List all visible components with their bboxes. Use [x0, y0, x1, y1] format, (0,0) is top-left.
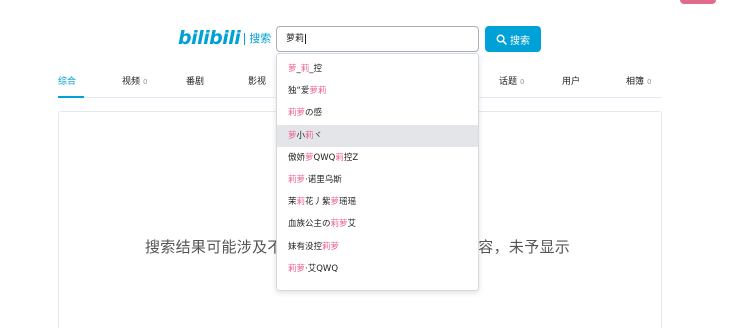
search-input-value: 萝莉	[286, 34, 305, 44]
suggestion-text: 茉	[288, 197, 297, 208]
suggestion-item[interactable]: 萝小莉ヾ	[277, 124, 478, 147]
suggestion-text: 瑶瑶	[339, 197, 357, 208]
text-caret	[305, 33, 307, 44]
suggestion-text: ·艾QWQ	[305, 263, 339, 274]
notice-head: 搜索结果可能涉及不	[145, 238, 283, 256]
tab-label: 影视	[248, 77, 267, 87]
suggestion-keyword: 莉萝	[288, 108, 306, 119]
top-right-button[interactable]	[680, 0, 716, 4]
tab-3[interactable]: 影视	[248, 74, 266, 87]
suggestion-text: の感	[305, 108, 323, 119]
suggestion-text: 傲娇	[288, 152, 306, 163]
suggestion-text: ·诺里乌斯	[305, 174, 342, 185]
suggestion-keyword: 萝	[305, 152, 314, 163]
suggestion-keyword: 莉萝	[288, 263, 306, 274]
active-tab-underline	[58, 96, 84, 98]
suggestion-keyword: 莉萝	[288, 174, 306, 185]
suggestion-text: 独“爱	[288, 86, 310, 97]
logo-subtitle: 搜索	[249, 32, 272, 45]
suggestion-text: 控Z	[343, 152, 359, 163]
suggestion-text: 艾	[347, 219, 357, 230]
filtered-notice: 搜索结果可能涉及不 内容，未予显示	[145, 236, 570, 257]
suggestion-keyword: 莉	[300, 64, 310, 74]
tab-5[interactable]: 用户	[562, 74, 580, 87]
suggestion-item[interactable]: 莉萝の感	[277, 102, 478, 124]
suggestion-item[interactable]: 萝_莉_控	[277, 58, 478, 80]
suggestion-keyword: 莉	[335, 152, 344, 163]
suggestion-keyword: 莉萝	[330, 219, 348, 230]
tab-count: 0	[143, 78, 148, 86]
suggestion-text: 妹有没控	[288, 241, 323, 252]
suggestion-keyword: 莉	[305, 130, 314, 141]
suggestion-text: 血族公主の	[288, 219, 331, 230]
suggestion-text: 花丿紫	[305, 197, 331, 208]
tab-1[interactable]: 视频 0	[122, 74, 147, 87]
suggestion-dropdown: 萝_莉_控 独“爱萝莉 莉萝の感 萝小莉ヾ 傲娇萝QWQ莉控Z 莉萝·诺里乌斯 茉莉花丿紫萝…	[276, 53, 479, 291]
tab-4[interactable]: 话题 0	[499, 74, 524, 87]
tab-label: 相簿	[626, 77, 645, 87]
tab-label: 话题	[499, 77, 518, 87]
suggestion-text: _控	[309, 64, 323, 74]
suggestion-text: ヾ	[313, 130, 323, 141]
search-button-label: 搜索	[510, 35, 530, 47]
suggestion-keyword: 萝	[330, 197, 340, 208]
tab-label: 用户	[562, 77, 581, 87]
tab-label: 综合	[58, 77, 77, 87]
suggestion-item[interactable]: 傲娇萝QWQ莉控Z	[277, 147, 478, 169]
search-icon	[496, 34, 507, 45]
suggestion-item[interactable]: 血族公主の莉萝艾	[277, 213, 478, 235]
tab-6[interactable]: 相簿 0	[626, 74, 651, 87]
suggestion-item[interactable]: 独“爱萝莉	[277, 80, 478, 102]
suggestion-text: QWQ	[313, 152, 336, 163]
suggestion-item[interactable]: 妹有没控莉萝	[277, 236, 478, 258]
tab-count: 0	[520, 78, 525, 86]
suggestion-keyword: 莉	[296, 197, 306, 208]
suggestion-keyword: 萝	[288, 130, 297, 141]
search-button[interactable]: 搜索	[485, 26, 541, 52]
suggestion-keyword: 萝	[288, 64, 297, 74]
suggestion-text: 小	[296, 130, 306, 141]
suggestion-keyword: 莉萝	[322, 241, 340, 252]
logo-text: bilibili	[178, 27, 241, 49]
logo-divider	[244, 33, 246, 45]
tab-2[interactable]: 番剧	[186, 74, 204, 87]
tab-label: 番剧	[186, 77, 205, 87]
tab-0[interactable]: 综合	[58, 74, 76, 87]
search-page: bilibili 搜索 萝莉 搜索 综合 视频 0 番剧 影视 话题 0 用户 相簿 0 搜索结果…	[0, 0, 754, 328]
tab-count: 0	[647, 78, 652, 86]
bilibili-logo[interactable]: bilibili 搜索	[178, 27, 271, 49]
suggestion-item[interactable]: 莉萝·诺里乌斯	[277, 169, 478, 191]
tab-label: 视频	[122, 77, 141, 87]
suggestion-item[interactable]: 茉莉花丿紫萝瑶瑶	[277, 191, 478, 213]
search-input[interactable]: 萝莉	[276, 26, 479, 52]
suggestion-item[interactable]: 莉萝·艾QWQ	[277, 258, 478, 280]
suggestion-keyword: 萝莉	[309, 86, 327, 97]
notice-tail: 内容，未予显示	[463, 238, 571, 256]
